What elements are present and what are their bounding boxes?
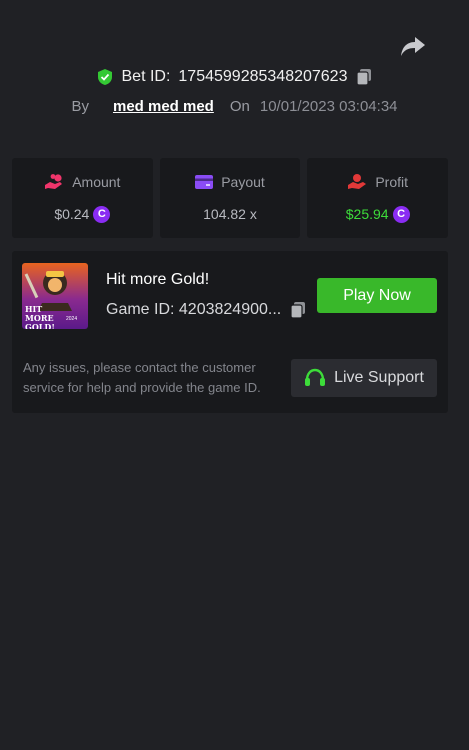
payout-label: Payout [221, 174, 265, 190]
on-label: On [229, 98, 250, 115]
stat-profit: Profit $25.94 C [307, 158, 449, 238]
coin-icon: C [93, 205, 111, 223]
username-link[interactable]: med med med [113, 98, 214, 115]
amount-value: $0.24 [54, 206, 90, 222]
hand-profit-icon [348, 174, 367, 189]
headset-icon [305, 368, 326, 386]
bet-datetime: 10/01/2023 03:04:34 [259, 98, 398, 115]
profit-label: Profit [375, 174, 409, 190]
game-card: HIT MORE GOLD! 2024 Hit more Gold! Game … [12, 251, 448, 413]
bet-id-row: Bet ID: 1754599285348207623 [0, 68, 469, 86]
profit-value: $25.94 [345, 206, 389, 222]
support-help-text: Any issues, please contact the customer … [23, 360, 261, 395]
live-support-button[interactable]: Live Support [291, 359, 437, 397]
payout-value: 104.82 x [203, 206, 257, 222]
copy-icon[interactable] [289, 301, 307, 319]
amount-label: Amount [72, 174, 121, 190]
thumbnail-badge: 2024 [66, 316, 78, 322]
game-id-value: Game ID: 4203824900... [106, 301, 282, 318]
by-label: By [71, 98, 89, 115]
stat-amount: Amount $0.24 C [12, 158, 153, 238]
share-icon [401, 37, 425, 56]
author-row: By med med med On 10/01/2023 03:04:34 [0, 98, 469, 115]
live-support-label: Live Support [334, 369, 424, 386]
stats-panel: Amount $0.24 C Payout 104.82 x Profit $2… [12, 158, 449, 238]
game-name: Hit more Gold! [106, 271, 210, 288]
stat-payout: Payout 104.82 x [159, 158, 301, 238]
bet-id-label: Bet ID: [121, 68, 171, 85]
thumbnail-title: HIT MORE GOLD! [25, 304, 55, 330]
bet-id-value: 1754599285348207623 [178, 68, 348, 85]
game-thumbnail[interactable]: HIT MORE GOLD! 2024 [22, 263, 88, 329]
copy-icon[interactable] [355, 68, 373, 86]
share-button[interactable] [398, 34, 428, 60]
hand-coin-icon [45, 174, 63, 189]
game-id-row: Game ID: 4203824900... [106, 301, 307, 319]
play-now-button[interactable]: Play Now [317, 278, 437, 313]
coin-icon: C [392, 205, 410, 223]
card-icon [195, 175, 214, 189]
shield-check-icon [97, 69, 112, 85]
